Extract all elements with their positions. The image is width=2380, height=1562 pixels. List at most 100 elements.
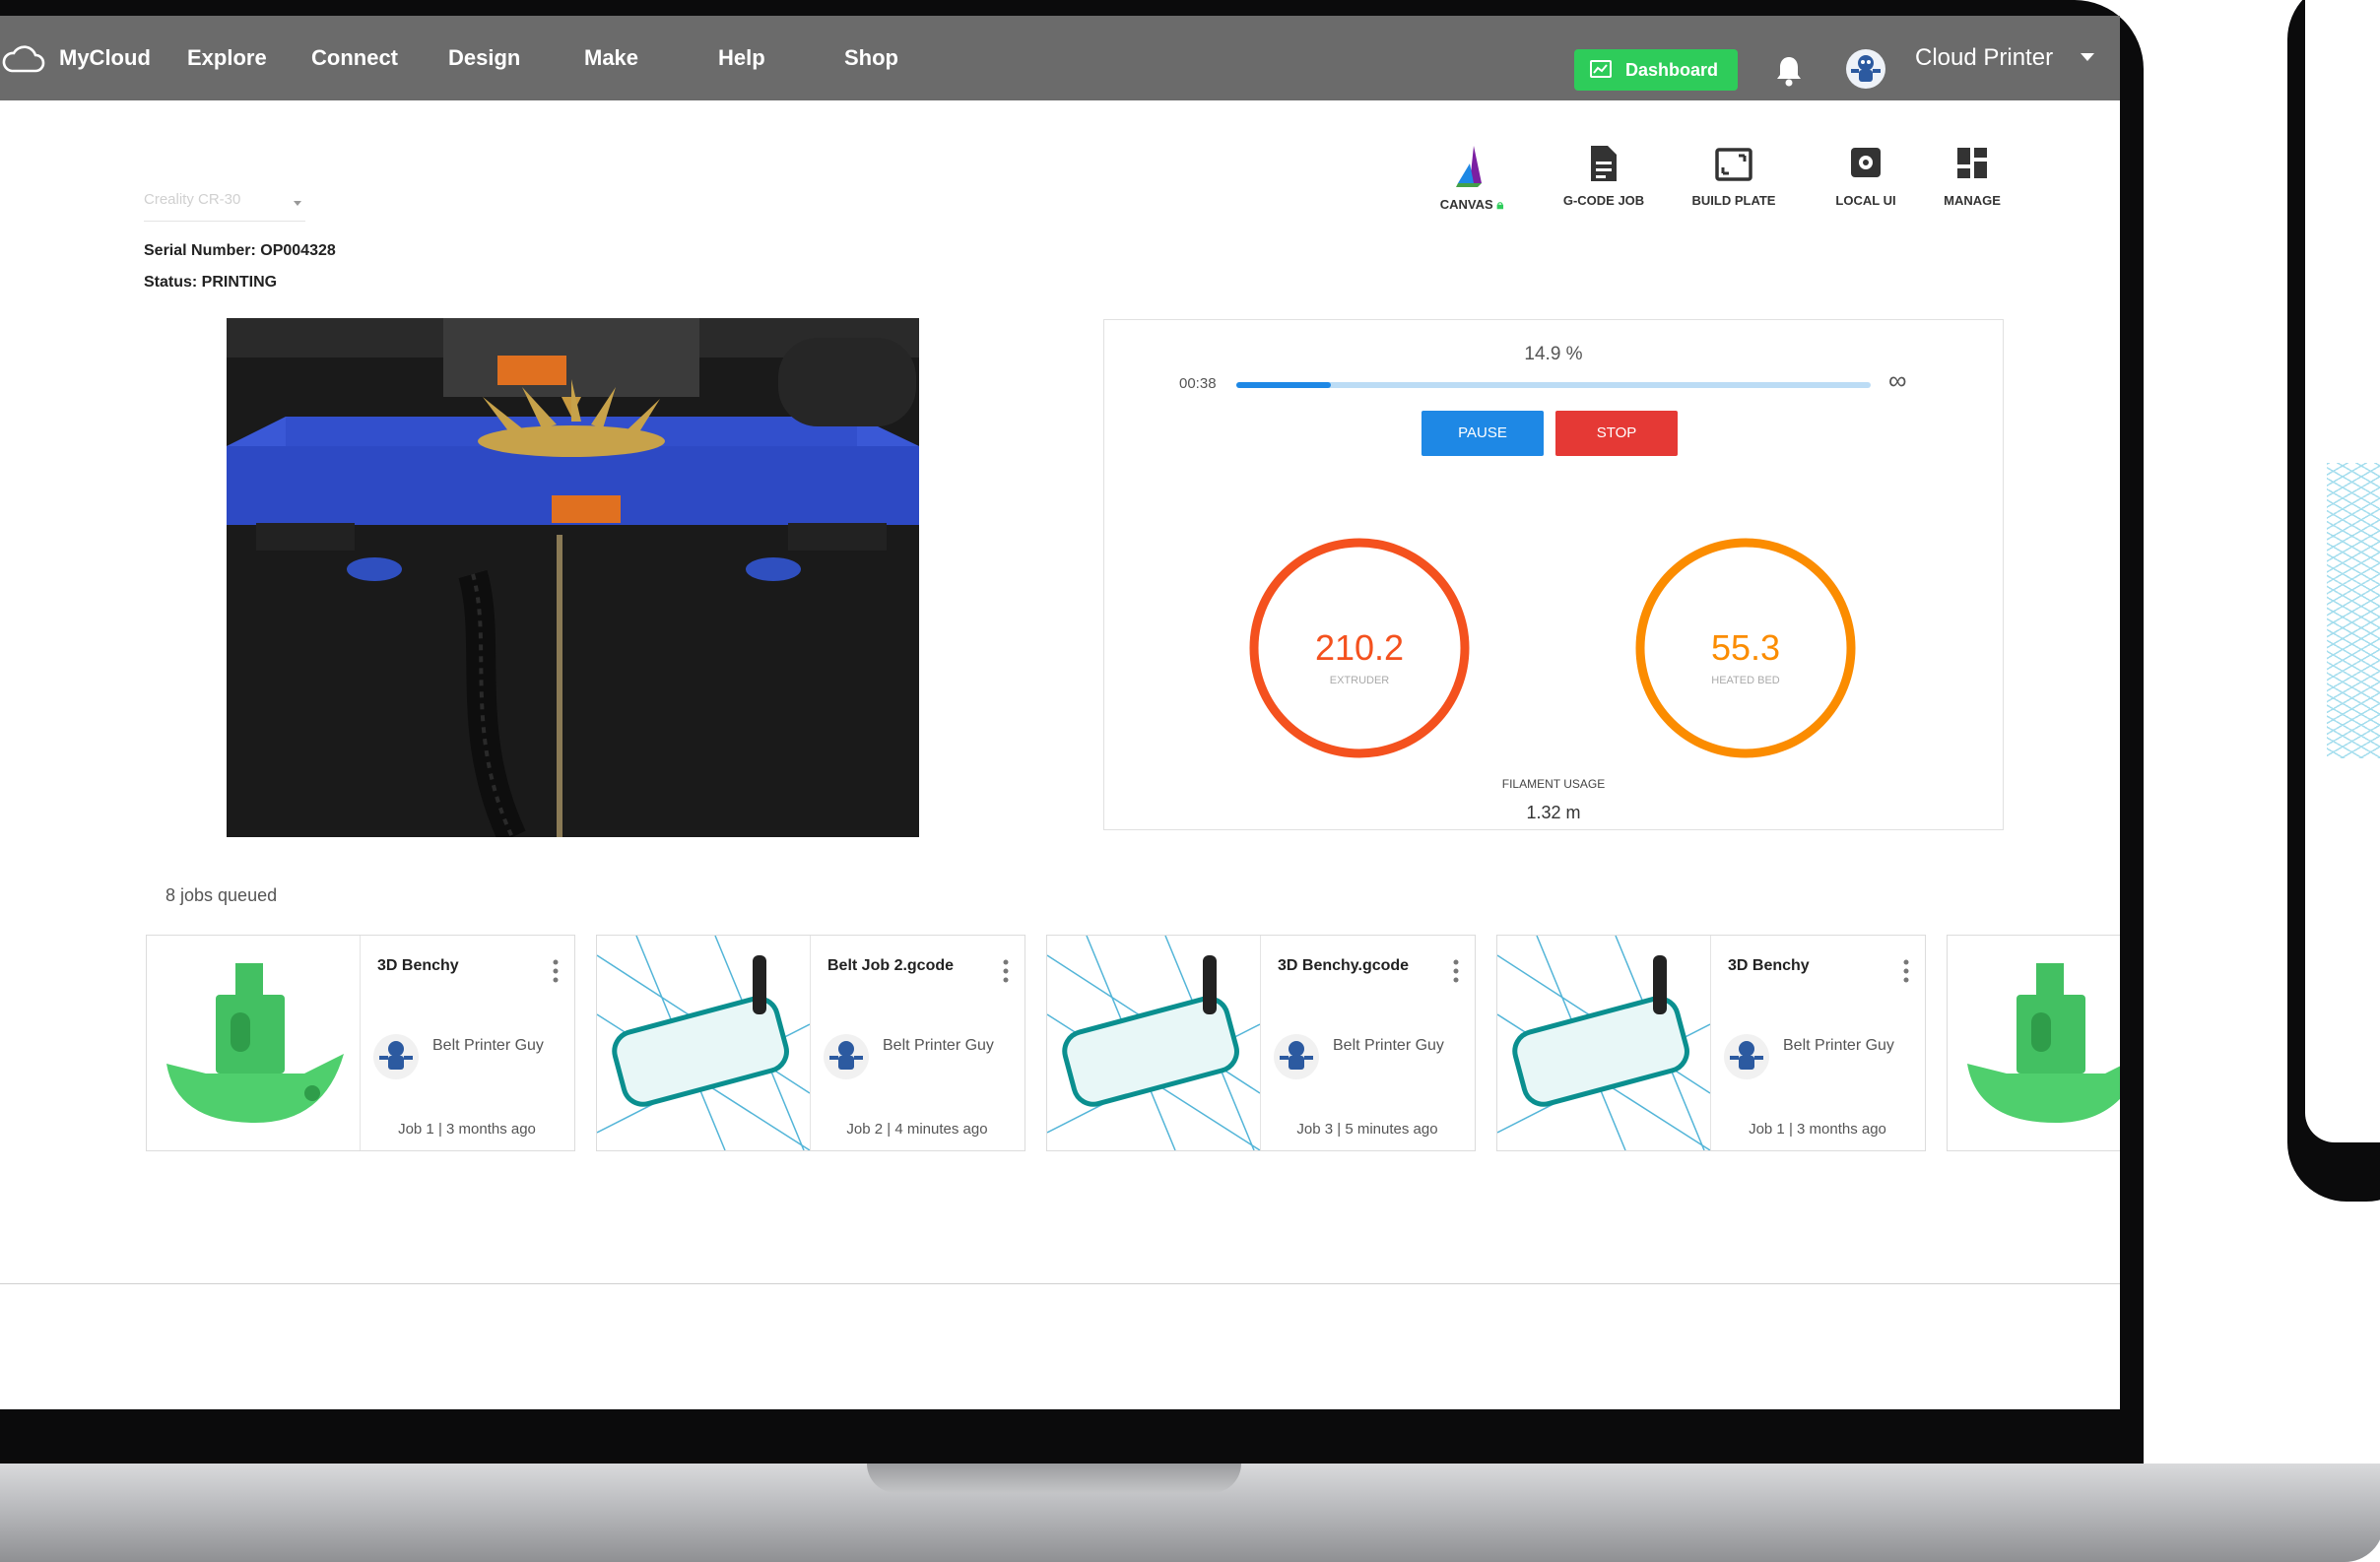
more-vert-icon[interactable] xyxy=(1453,959,1459,983)
benchy-thumbnail-icon xyxy=(1967,963,2120,1123)
printer-camera-image xyxy=(227,318,919,837)
document-icon xyxy=(1591,146,1617,181)
extruder-temp: 210.2 xyxy=(1314,627,1405,668)
more-vert-icon[interactable] xyxy=(553,959,559,983)
filament-value: 1.32 m xyxy=(1526,803,1581,822)
local-ui-icon xyxy=(1851,148,1881,177)
robot-avatar-icon xyxy=(1851,55,1881,82)
tablet-mesh-preview xyxy=(2327,463,2380,758)
chevron-down-icon xyxy=(294,201,301,206)
queue-count: 8 jobs queued xyxy=(165,885,278,905)
printer-status: Status: PRINTING xyxy=(144,274,278,291)
job-queue-list: 3D Benchy Belt Printer Guy Job 1 | 3 mon… xyxy=(146,935,2120,1153)
nav-help[interactable]: Help xyxy=(718,16,765,100)
more-vert-icon[interactable] xyxy=(1903,959,1909,983)
tool-build-plate-label: BUILD PLATE xyxy=(1691,193,1776,208)
tool-local-ui-label: LOCAL UI xyxy=(1835,193,1896,208)
progress-percent: 14.9 % xyxy=(1524,344,1583,364)
nav-explore[interactable]: Explore xyxy=(187,16,267,100)
tool-canvas[interactable]: CANVAS 🔒︎ xyxy=(1413,144,1531,213)
job-meta: Job 1 | 3 months ago xyxy=(398,1121,536,1138)
tool-manage-label: MANAGE xyxy=(1944,193,2001,208)
user-avatar xyxy=(373,1034,419,1079)
job-name: Belt Job 2.gcode xyxy=(827,957,955,974)
job-card[interactable]: 3D Benchy Belt Printer Guy Job 1 | 3 mon… xyxy=(146,935,575,1151)
canvas-logo-icon xyxy=(1456,146,1482,187)
pause-button[interactable]: PAUSE xyxy=(1421,411,1544,456)
benchy-thumbnail-icon xyxy=(166,963,344,1123)
remaining-time: ∞ xyxy=(1888,365,1907,395)
job-thumbnail xyxy=(1497,936,1711,1150)
nav-design[interactable]: Design xyxy=(448,16,520,100)
filament-label: FILAMENT USAGE xyxy=(1501,777,1606,791)
job-meta: Job 2 | 4 minutes ago xyxy=(846,1121,988,1138)
job-meta: Job 1 | 3 months ago xyxy=(1749,1121,1886,1138)
job-thumbnail xyxy=(1047,936,1261,1150)
dashboard-button[interactable]: Dashboard xyxy=(1574,49,1738,91)
tool-build-plate[interactable]: BUILD PLATE xyxy=(1675,144,1793,208)
job-thumbnail xyxy=(1948,936,2120,1150)
user-avatar xyxy=(1724,1034,1769,1079)
job-user: Belt Printer Guy xyxy=(1783,1037,1894,1054)
stop-button[interactable]: STOP xyxy=(1555,411,1678,456)
bell-icon[interactable] xyxy=(1773,54,1805,88)
printer-select-value: Creality CR-30 xyxy=(144,191,241,208)
laptop-notch xyxy=(867,1464,1241,1493)
account-caret-icon[interactable] xyxy=(2081,53,2094,61)
printer-select[interactable]: Creality CR-30 xyxy=(144,191,305,222)
robot-avatar-icon xyxy=(1730,1041,1763,1070)
bed-label: HEATED BED xyxy=(1711,675,1780,686)
gcode-file-thumbnail-icon xyxy=(597,936,810,1150)
robot-avatar-icon xyxy=(379,1041,413,1070)
job-user: Belt Printer Guy xyxy=(883,1037,994,1054)
job-name: 3D Benchy xyxy=(1728,957,1810,974)
job-user: Belt Printer Guy xyxy=(432,1037,544,1054)
gcode-file-thumbnail-icon xyxy=(1497,936,1710,1150)
nav-make[interactable]: Make xyxy=(584,16,638,100)
extruder-label: EXTRUDER xyxy=(1329,675,1390,686)
progress-fill xyxy=(1236,382,1331,388)
job-card[interactable]: 3D Benchy.gcode Belt Printer Guy Job 3 |… xyxy=(1046,935,1476,1151)
footer-divider xyxy=(0,1283,2120,1284)
extruder-gauge: 210.2 EXTRUDER xyxy=(1246,535,1473,761)
build-plate-icon xyxy=(1715,148,1752,181)
bed-temp: 55.3 xyxy=(1710,627,1781,668)
robot-avatar-icon xyxy=(1280,1041,1313,1070)
nav-shop[interactable]: Shop xyxy=(844,16,898,100)
brand-link[interactable]: MyCloud xyxy=(59,16,151,100)
lock-icon: 🔒︎ xyxy=(1496,197,1504,212)
tool-local-ui[interactable]: LOCAL UI xyxy=(1807,144,1925,208)
nav-connect[interactable]: Connect xyxy=(311,16,398,100)
print-status-panel: 14.9 % 00:38 ∞ PAUSE STOP 210.2 EXTRUDER… xyxy=(1103,319,2004,830)
robot-avatar-icon xyxy=(829,1041,863,1070)
elapsed-time: 00:38 xyxy=(1179,375,1217,392)
job-card[interactable]: 3D Benchy Belt Printer Guy Job 1 | 3 mon… xyxy=(1496,935,1926,1151)
more-vert-icon[interactable] xyxy=(1003,959,1009,983)
job-name: 3D Benchy xyxy=(377,957,459,974)
tool-canvas-label: CANVAS xyxy=(1439,197,1493,212)
gcode-file-thumbnail-icon xyxy=(1047,936,1260,1150)
job-card-partial[interactable] xyxy=(1947,935,2120,1151)
dashboard-label: Dashboard xyxy=(1625,60,1719,80)
tool-gcode-label: G-CODE JOB xyxy=(1562,193,1645,208)
job-card[interactable]: Belt Job 2.gcode Belt Printer Guy Job 2 … xyxy=(596,935,1025,1151)
job-meta: Job 3 | 5 minutes ago xyxy=(1296,1121,1438,1138)
top-navbar: MyCloud Explore Connect Design Make Help… xyxy=(0,16,2120,100)
progress-bar xyxy=(1236,382,1871,388)
job-thumbnail xyxy=(147,936,361,1150)
camera-feed[interactable] xyxy=(227,318,919,837)
job-thumbnail xyxy=(597,936,811,1150)
job-name: 3D Benchy.gcode xyxy=(1278,957,1410,974)
dashboard-chart-icon xyxy=(1590,60,1612,78)
cloud-logo-icon[interactable] xyxy=(2,45,45,73)
dashboard-grid-icon xyxy=(1957,148,1987,178)
user-avatar[interactable] xyxy=(1846,49,1885,89)
tool-manage[interactable]: MANAGE xyxy=(1913,144,2031,208)
user-name[interactable]: Cloud Printer xyxy=(1915,16,2053,100)
user-avatar xyxy=(824,1034,869,1079)
app-screen: MyCloud Explore Connect Design Make Help… xyxy=(0,16,2120,1409)
tool-gcode-job[interactable]: G-CODE JOB xyxy=(1545,144,1663,208)
bed-gauge: 55.3 HEATED BED xyxy=(1632,535,1859,761)
job-user: Belt Printer Guy xyxy=(1333,1037,1444,1054)
serial-number: Serial Number: OP004328 xyxy=(144,242,336,259)
